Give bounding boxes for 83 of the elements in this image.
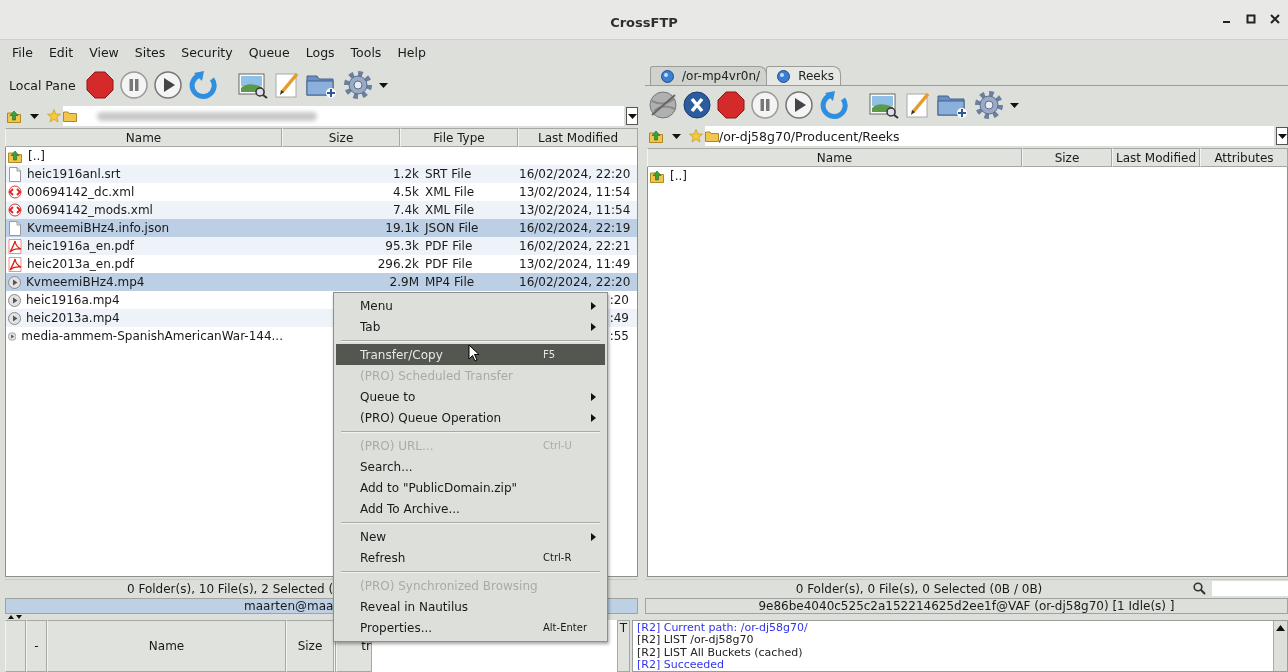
file-date: :20	[609, 293, 629, 307]
file-row[interactable]: KvmeemiBHz4.info.json 19.1k JSON File 16/02/2024, 22:19	[6, 219, 637, 237]
menu-item[interactable]: Sites	[126, 44, 174, 60]
tab[interactable]: Reeks	[766, 66, 841, 85]
file-row[interactable]: heic1916anl.srt 1.2k SRT File 16/02/2024, 22:20	[6, 165, 637, 183]
menu-item[interactable]: Add To Archive...	[336, 498, 605, 519]
column-header[interactable]: -	[26, 620, 47, 672]
column-header[interactable]: Size	[1022, 148, 1112, 167]
menu-item[interactable]: Refresh Ctrl-R	[336, 547, 605, 568]
log-line: [R2] Current path: /or-dj58g70/	[637, 622, 809, 635]
file-type: SRT File	[424, 167, 473, 181]
menu-item[interactable]: View	[81, 44, 127, 60]
menu-item[interactable]: New	[336, 526, 605, 547]
file-size: 4.5k	[391, 185, 419, 199]
file-name: [..]	[28, 149, 45, 163]
log-line: [R2] LIST All Buckets (cached)	[637, 646, 804, 660]
file-name: KvmeemiBHz4.mp4	[26, 275, 145, 289]
tab[interactable]: /or-mp4vr0n/	[650, 66, 768, 85]
path-field[interactable]: /or-dj58g70/Producent/Reeks	[705, 126, 1274, 146]
file-row[interactable]: heic1916a_en.pdf 95.3k PDF File 16/02/2024, 22:21	[6, 237, 637, 255]
menu-item[interactable]: Security	[173, 44, 241, 60]
column-header[interactable]: Name	[647, 148, 1022, 167]
file-name: heic2013a.mp4	[26, 311, 120, 325]
column-header[interactable]: Name	[5, 128, 282, 147]
file-date: 13/02/2024, 11:54	[519, 185, 631, 199]
file-date: 16/02/2024, 22:21	[519, 239, 631, 253]
file-name: 00694142_mods.xml	[27, 203, 153, 217]
menu-item[interactable]: Edit	[40, 44, 82, 60]
file-type: MP4 File	[424, 275, 476, 289]
file-type: XML File	[424, 203, 476, 217]
side-tab[interactable]: T	[617, 620, 630, 672]
file-name: 00694142_dc.xml	[27, 185, 135, 199]
menu-item[interactable]: (PRO) Queue Operation	[336, 407, 605, 428]
file-date: 13/02/2024, 11:49	[519, 257, 631, 271]
status-text: 0 Folder(s), 10 File(s), 2 Selected (	[127, 581, 334, 596]
file-size: 296.2k	[376, 257, 419, 271]
pane-label: Local Pane	[9, 77, 76, 93]
file-date: 16/02/2024, 22:19	[519, 221, 631, 235]
file-type: PDF File	[424, 257, 474, 271]
column-header[interactable]: Size	[286, 620, 334, 672]
file-type: XML File	[424, 185, 476, 199]
column-header[interactable]: Size	[282, 128, 400, 147]
menu-item[interactable]: Search...	[336, 456, 605, 477]
file-name: KvmeemiBHz4.info.json	[27, 221, 170, 235]
file-date: 16/02/2024, 22:20	[519, 275, 631, 289]
file-type: JSON File	[423, 221, 480, 235]
status-text: 0 Folder(s), 0 File(s), 0 Selected (0B / 0B)	[794, 581, 1044, 596]
file-date: :55	[609, 329, 629, 343]
menu-item[interactable]: Queue to	[336, 386, 605, 407]
menu-item[interactable]: Tools	[342, 44, 390, 60]
menu-item[interactable]: Add to "PublicDomain.zip"	[336, 477, 605, 498]
file-row[interactable]: KvmeemiBHz4.mp4 2.9M MP4 File 16/02/2024, 22:20	[6, 273, 637, 291]
file-size: 2.9M	[388, 275, 419, 289]
file-date: 13/02/2024, 11:54	[519, 203, 631, 217]
column-header[interactable]: Last Modified	[518, 128, 638, 147]
session-bar: 9e86be4040c525c2a152214625d2ee1f@VAF (or-dj58g70) [1 Idle(s) ]	[645, 598, 1288, 614]
file-name: heic1916a_en.pdf	[27, 239, 135, 253]
file-size: 7.4k	[391, 203, 419, 217]
log-line: [R2] LIST /or-dj58g70	[637, 634, 755, 647]
file-date: 16/02/2024, 22:20	[519, 167, 631, 181]
menu-item[interactable]: Logs	[297, 44, 343, 60]
column-header[interactable]: Name	[47, 620, 286, 672]
file-name: media-ammem-SpanishAmericanWar-144...	[21, 329, 283, 343]
file-name: heic1916a.mp4	[26, 293, 120, 307]
menu-item[interactable]: Queue	[240, 44, 298, 60]
menu-item[interactable]: Transfer/Copy F5	[336, 344, 605, 365]
file-date: :49	[609, 311, 629, 325]
column-header[interactable]: Last Modified	[1112, 148, 1200, 167]
log-line: [R2] Succeeded	[637, 659, 726, 671]
file-type: PDF File	[424, 239, 474, 253]
file-size: 95.3k	[384, 239, 419, 253]
file-size: 1.2k	[391, 167, 419, 181]
file-name: heic2013a_en.pdf	[27, 257, 135, 271]
file-name: heic1916anl.srt	[27, 167, 121, 181]
window-title: CrossFTP	[610, 15, 678, 30]
file-row[interactable]: 00694142_mods.xml 7.4k XML File 13/02/2024, 11:54	[6, 201, 637, 219]
column-header[interactable]: File Type	[400, 128, 518, 147]
menu-item[interactable]: File	[4, 44, 41, 60]
file-size: 19.1k	[384, 221, 419, 235]
column-header[interactable]: Attributes	[1200, 148, 1288, 167]
menu-item[interactable]: Reveal in Nautilus	[336, 596, 605, 617]
menu-item[interactable]: Help	[389, 44, 434, 60]
file-name: [..]	[670, 169, 687, 183]
